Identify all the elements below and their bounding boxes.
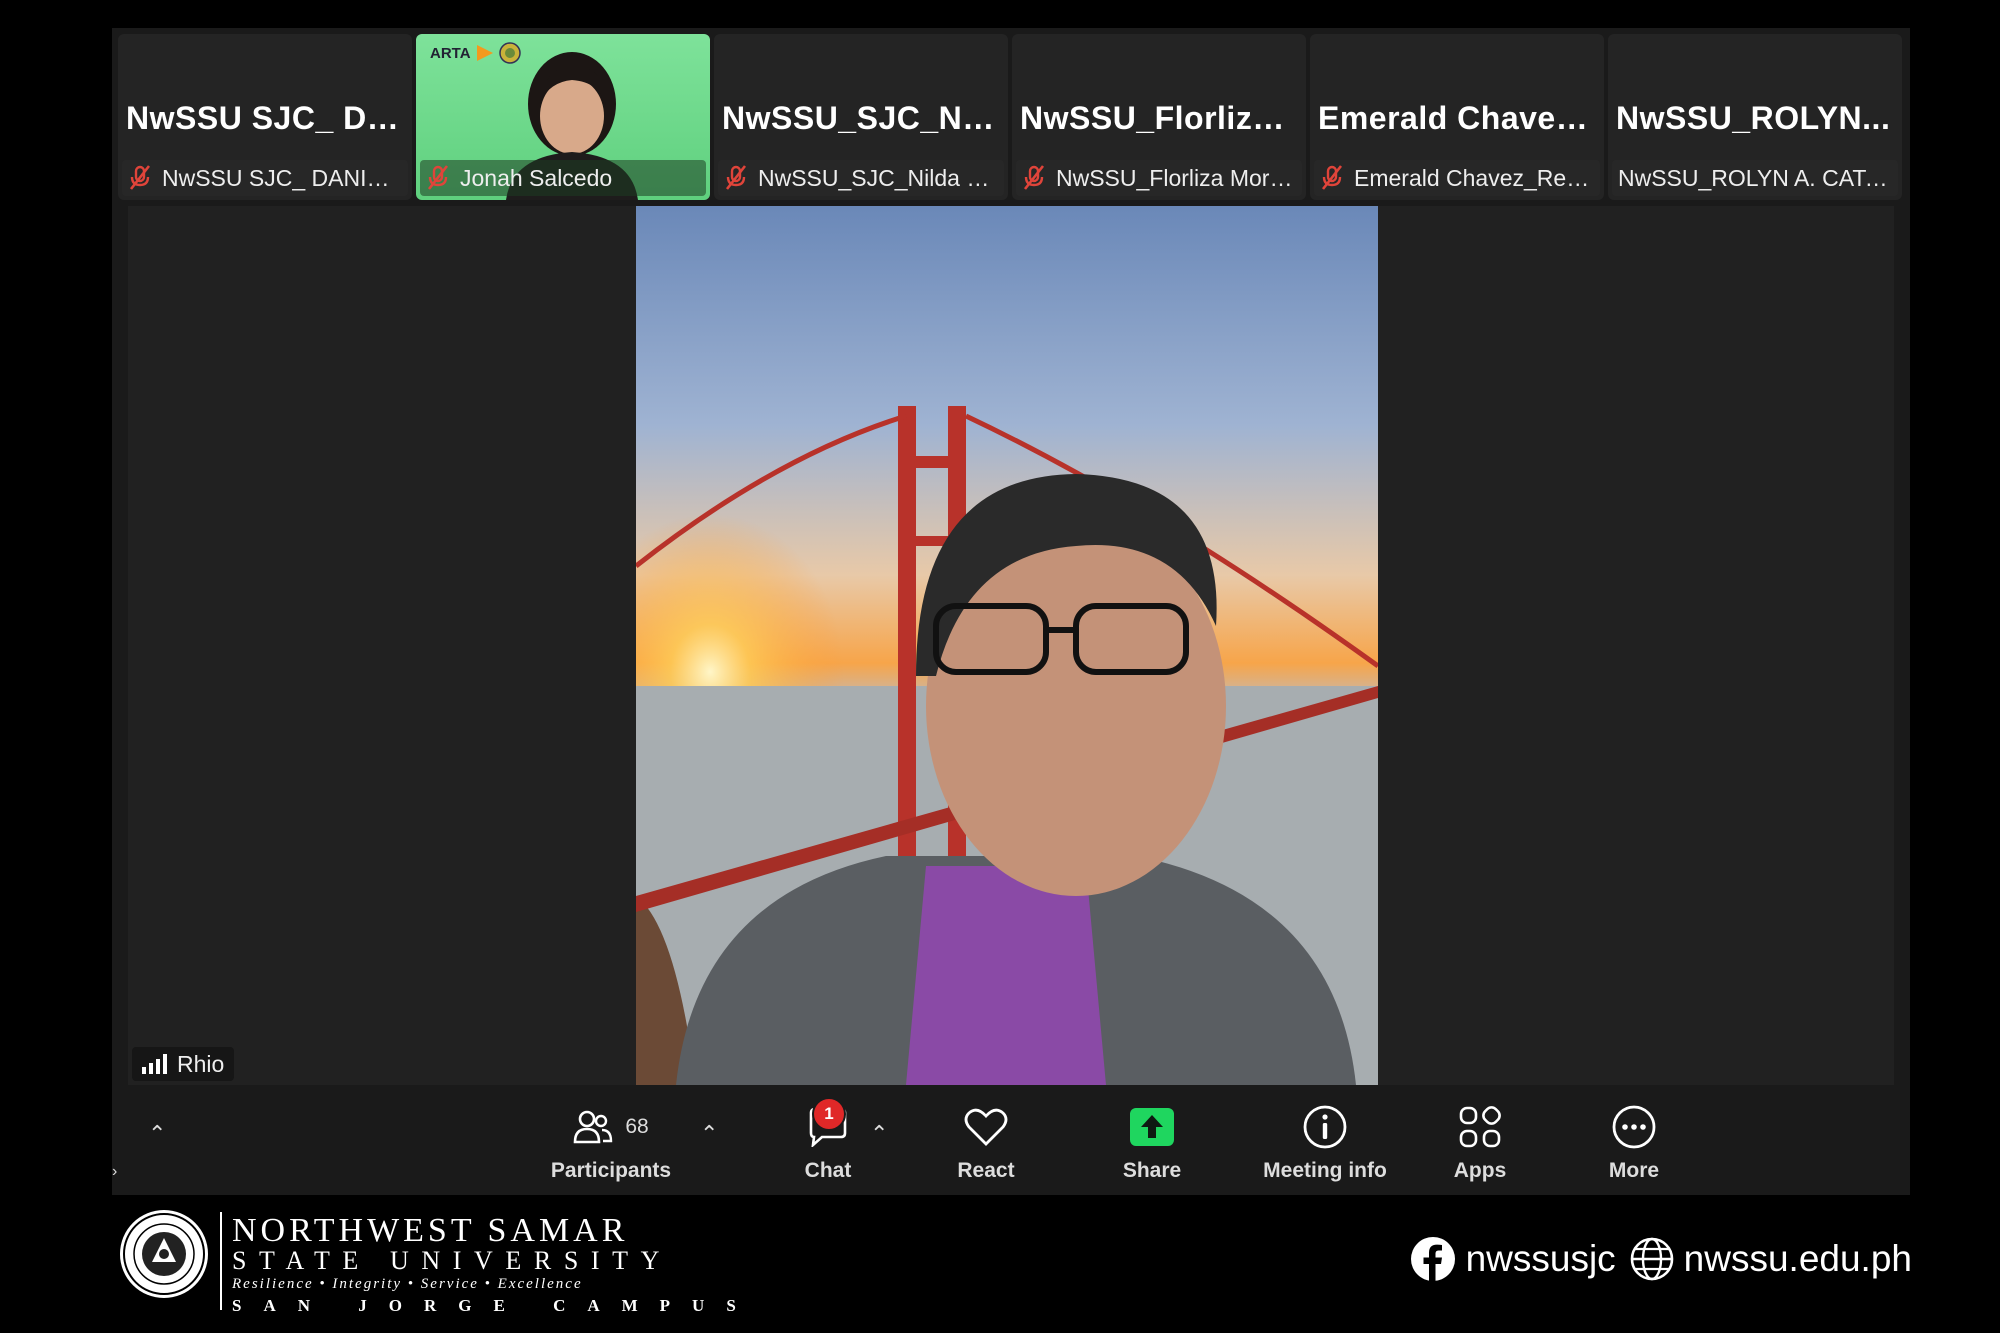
participant-tile-video[interactable]: ARTA Jonah Salcedo <box>416 34 710 200</box>
participants-icon <box>574 1110 613 1144</box>
react-button[interactable]: React <box>926 1103 1046 1183</box>
speaker-person <box>676 474 1356 1085</box>
heart-icon <box>964 1108 1008 1146</box>
participant-tile[interactable]: NwSSU_Florliza... NwSSU_Florliza Morilao <box>1012 34 1306 200</box>
participant-namebar: NwSSU_Florliza Morilao <box>1016 160 1302 196</box>
speaker-name: Rhio <box>177 1050 225 1077</box>
meeting-window: NwSSU SJC_ DA... NwSSU SJC_ DANICA ... A… <box>112 28 1910 1195</box>
info-icon <box>1303 1105 1347 1149</box>
active-speaker-video[interactable] <box>636 206 1378 1085</box>
mic-muted-icon <box>725 165 747 190</box>
share-button[interactable]: Share <box>1092 1103 1212 1183</box>
chat-button[interactable]: 1 Chat <box>778 1097 878 1183</box>
participants-label: Participants <box>550 1159 672 1182</box>
participant-display-name: Emerald Chavez... <box>1318 100 1596 136</box>
university-name-line2: STATE UNIVERSITY <box>232 1246 673 1275</box>
participant-display-name: NwSSU_SJC_Nil... <box>722 100 1000 136</box>
facebook-link[interactable]: nwssusjc <box>1410 1236 1616 1282</box>
branding-divider <box>220 1212 222 1310</box>
share-screen-icon <box>1130 1108 1174 1146</box>
university-seal-logo <box>120 1210 208 1298</box>
campus-name: SAN JORGE CAMPUS <box>232 1296 758 1315</box>
participant-tile[interactable]: Emerald Chavez... Emerald Chavez_Recor..… <box>1310 34 1604 200</box>
chat-label: Chat <box>804 1159 852 1182</box>
social-links: nwssusjc nwssu.edu.ph <box>1396 1236 1912 1282</box>
apps-button[interactable]: Apps <box>1430 1103 1530 1183</box>
participant-namebar: Emerald Chavez_Recor... <box>1314 160 1600 196</box>
more-label: More <box>1608 1159 1660 1182</box>
participant-namebar: NwSSU SJC_ DANICA ... <box>122 160 408 196</box>
meeting-info-label: Meeting info <box>1263 1159 1387 1182</box>
participant-name: NwSSU SJC_ DANICA ... <box>162 164 402 191</box>
signal-strength-icon <box>142 1054 167 1074</box>
mic-muted-icon <box>129 165 151 190</box>
participant-namebar: NwSSU_ROLYN A. CATAM... <box>1612 160 1898 196</box>
website-url: nwssu.edu.ph <box>1683 1238 1912 1279</box>
university-name-line1: NORTHWEST SAMAR <box>232 1212 629 1249</box>
participant-name: NwSSU_ROLYN A. CATAM... <box>1618 164 1892 191</box>
participant-display-name: NwSSU_Florliza... <box>1020 100 1298 136</box>
main-stage: Rhio <box>128 206 1894 1085</box>
participant-tile[interactable]: NwSSU_ROLYN... NwSSU_ROLYN A. CATAM... <box>1608 34 1902 200</box>
facebook-icon <box>1410 1237 1455 1282</box>
chat-options-chevron-icon[interactable]: ⌃ <box>870 1121 888 1147</box>
meeting-toolbar: ⌃ › 68 Participants ⌃ 1 Chat ⌃ React Sha… <box>112 1085 1910 1195</box>
participant-name: NwSSU_SJC_Nilda C. J... <box>758 164 998 191</box>
participant-display-name: NwSSU_ROLYN... <box>1616 100 1891 136</box>
participants-count: 68 <box>625 1115 649 1138</box>
participants-button[interactable]: 68 Participants <box>542 1103 680 1183</box>
participant-strip: NwSSU SJC_ DA... NwSSU SJC_ DANICA ... A… <box>118 34 1904 200</box>
participant-name: Emerald Chavez_Recor... <box>1354 164 1594 191</box>
mic-muted-icon <box>1023 165 1045 190</box>
apps-icon <box>1459 1106 1501 1148</box>
participants-options-chevron-icon[interactable]: ⌃ <box>700 1121 718 1147</box>
apps-label: Apps <box>1453 1159 1507 1182</box>
globe-icon <box>1630 1237 1673 1281</box>
participant-namebar: Jonah Salcedo <box>420 160 706 196</box>
mic-muted-icon <box>427 165 449 190</box>
react-label: React <box>957 1159 1015 1182</box>
university-motto: Resilience • Integrity • Service • Excel… <box>232 1276 583 1292</box>
share-label: Share <box>1122 1159 1182 1182</box>
website-link[interactable]: nwssu.edu.ph <box>1630 1237 1912 1281</box>
participant-namebar: NwSSU_SJC_Nilda C. J... <box>718 160 1004 196</box>
mic-muted-icon <box>1321 165 1343 190</box>
participant-tile[interactable]: NwSSU_SJC_Nil... NwSSU_SJC_Nilda C. J... <box>714 34 1008 200</box>
chevron-up-icon[interactable]: ⌃ <box>148 1121 166 1147</box>
participant-display-name: NwSSU SJC_ DA... <box>126 100 404 136</box>
university-name-block: NORTHWEST SAMAR STATE UNIVERSITY Resilie… <box>232 1214 758 1318</box>
participant-tile[interactable]: NwSSU SJC_ DA... NwSSU SJC_ DANICA ... <box>118 34 412 200</box>
speaker-namebar: Rhio <box>132 1047 235 1081</box>
participant-name: Jonah Salcedo <box>460 164 613 191</box>
more-icon <box>1612 1105 1656 1149</box>
chevron-right-icon[interactable]: › <box>112 1163 117 1181</box>
facebook-handle: nwssusjc <box>1465 1238 1616 1279</box>
chat-unread-badge: 1 <box>812 1097 846 1131</box>
more-button[interactable]: More <box>1584 1103 1684 1183</box>
participant-name: NwSSU_Florliza Morilao <box>1056 164 1296 191</box>
meeting-info-button[interactable]: Meeting info <box>1240 1103 1410 1183</box>
